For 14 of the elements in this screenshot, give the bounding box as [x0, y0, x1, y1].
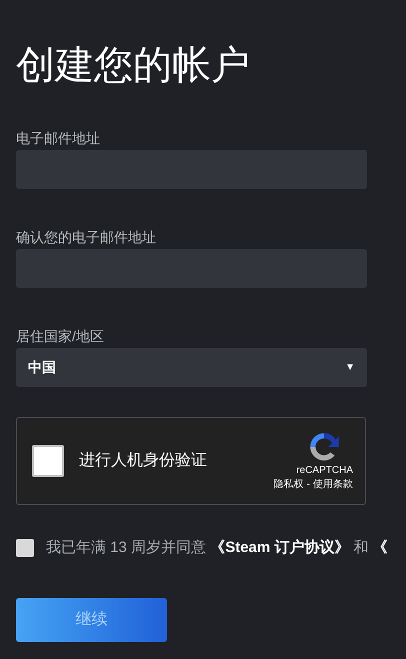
page-title: 创建您的帐户: [16, 43, 250, 89]
caret-icon: ▼: [345, 360, 355, 375]
field-label: 居住国家/地区: [16, 327, 104, 346]
agreement-text: 我已年满 13 周岁并同意 《Steam 订户协议》 和 《: [46, 538, 388, 558]
brand-text: reCAPTCHA: [296, 464, 353, 478]
captcha-label: 进行人机身份验证: [79, 450, 208, 471]
field-label: 确认您的电子邮件地址: [16, 228, 156, 247]
terms-link[interactable]: 使用条款: [313, 478, 353, 492]
separator-text: -: [306, 478, 310, 492]
field-label: 电子邮件地址: [16, 129, 100, 148]
privacy-link[interactable]: 隐私权: [274, 478, 304, 492]
agree-checkbox[interactable]: [16, 539, 34, 558]
captcha-checkbox[interactable]: [32, 445, 64, 477]
country-dropdown[interactable]: 中国 ▼: [16, 348, 367, 387]
